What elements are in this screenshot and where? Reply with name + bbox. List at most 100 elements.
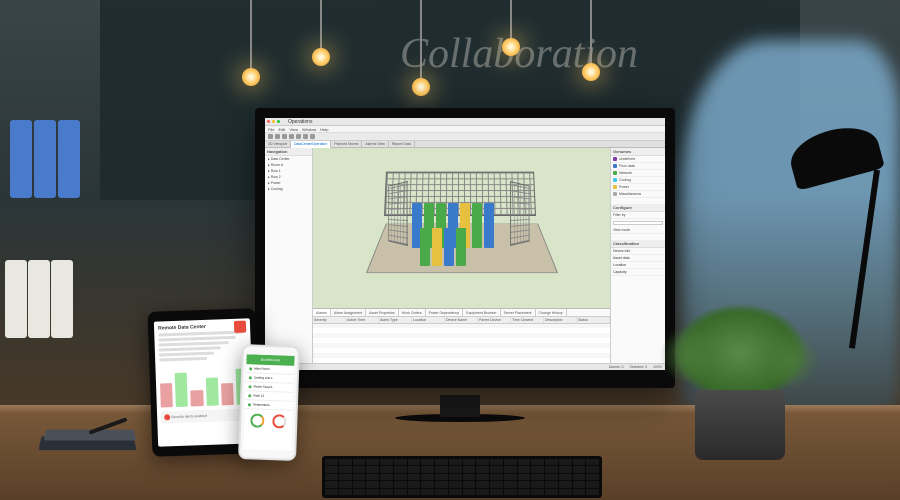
close-icon[interactable] <box>267 120 270 123</box>
zoom-icon[interactable] <box>296 134 301 139</box>
keyboard-key <box>435 489 448 495</box>
classification-item[interactable]: Location <box>611 262 665 269</box>
legend-item[interactable]: Power <box>611 184 665 191</box>
color-swatch-icon <box>613 185 617 189</box>
keyboard-key <box>545 489 558 495</box>
menu-help[interactable]: Help <box>320 127 328 132</box>
gauge-icon[interactable] <box>250 413 264 427</box>
server-rack[interactable] <box>484 203 494 248</box>
layers-icon[interactable] <box>303 134 308 139</box>
light-cord <box>590 0 592 65</box>
keyboard-key <box>559 466 572 472</box>
monitor: Operations File Edit View Window Help <box>255 108 675 388</box>
classification-item[interactable]: Capacity <box>611 269 665 276</box>
phone-row-label: Power Feed A <box>253 384 272 389</box>
column-header[interactable]: Alarm Type <box>379 317 412 323</box>
column-header[interactable]: Severity <box>313 317 346 323</box>
status-bar: Alarms: 0 Selected: 0 100% <box>265 363 665 370</box>
details-tab[interactable]: Alarms <box>313 309 331 316</box>
minimize-icon[interactable] <box>272 120 275 123</box>
text-line <box>159 352 215 357</box>
server-rack[interactable] <box>444 228 454 266</box>
editor-tab[interactable]: 3D Viewport <box>265 141 291 147</box>
details-tab[interactable]: Change History <box>536 309 567 316</box>
nav-fwd-icon[interactable] <box>275 134 280 139</box>
color-swatch-icon <box>613 171 617 175</box>
server-rack[interactable] <box>456 228 466 266</box>
server-rack[interactable] <box>472 203 482 248</box>
legend-label: Network <box>619 171 663 175</box>
3d-viewport[interactable] <box>313 148 610 308</box>
column-header[interactable]: Time Cleared <box>511 317 544 323</box>
keyboard-key <box>531 481 544 487</box>
legend-label: Miscellaneous <box>619 192 663 196</box>
details-tab[interactable]: Alarm Assignment <box>331 309 366 316</box>
binder <box>51 260 73 338</box>
details-tab[interactable]: Equipment Browser <box>463 309 501 316</box>
column-header[interactable]: Device Name <box>445 317 478 323</box>
editor-tab[interactable]: Report Data <box>389 141 415 147</box>
window-titlebar[interactable]: Operations <box>265 118 665 126</box>
keyboard-key <box>531 466 544 472</box>
color-swatch-icon <box>613 178 617 182</box>
column-header[interactable]: Parent Device <box>478 317 511 323</box>
legend-item[interactable]: Network <box>611 170 665 177</box>
keyboard-key <box>490 466 503 472</box>
bulb-icon <box>502 38 520 56</box>
details-tab[interactable]: Asset Properties <box>366 309 399 316</box>
gauge-icon[interactable] <box>272 414 286 428</box>
editor-tab[interactable]: Planned Moves <box>331 141 362 147</box>
save-icon[interactable] <box>282 134 287 139</box>
column-header[interactable]: Location <box>412 317 445 323</box>
keyboard-key <box>339 481 352 487</box>
keyboard-key <box>339 474 352 480</box>
menu-window[interactable]: Window <box>302 127 316 132</box>
grid-icon[interactable] <box>310 134 315 139</box>
editor-tab[interactable]: Alarms View <box>362 141 388 147</box>
keyboard-key <box>339 489 352 495</box>
keyboard-key <box>366 481 379 487</box>
legend-item[interactable]: Floor data <box>611 163 665 170</box>
nav-back-icon[interactable] <box>268 134 273 139</box>
column-header[interactable]: Active Time <box>346 317 379 323</box>
menu-file[interactable]: File <box>268 127 274 132</box>
column-header[interactable]: Description <box>544 317 577 323</box>
legend-item[interactable]: Miscellaneous <box>611 191 665 198</box>
menu-edit[interactable]: Edit <box>278 127 285 132</box>
chart-bar <box>205 378 218 406</box>
classification-item[interactable]: Asset data <box>611 255 665 262</box>
details-tab[interactable]: Server Placement <box>501 309 536 316</box>
filter-input[interactable] <box>613 221 663 225</box>
keyboard-key <box>408 489 421 495</box>
keyboard-key <box>421 489 434 495</box>
grid-body[interactable] <box>313 324 610 363</box>
server-rack[interactable] <box>432 228 442 266</box>
keyboard-key <box>435 466 448 472</box>
keyboard-key <box>490 474 503 480</box>
details-tab[interactable]: Work Orders <box>399 309 426 316</box>
details-tab[interactable]: Power Dependency <box>426 309 464 316</box>
column-header[interactable]: Status <box>577 317 610 323</box>
keyboard-key <box>325 489 338 495</box>
phone-app[interactable]: EcoStruxure Main RoomCooling Unit 1Power… <box>243 354 294 451</box>
grid-header: SeverityActive TimeAlarm TypeLocationDev… <box>313 317 610 324</box>
menu-view[interactable]: View <box>289 127 298 132</box>
legend-item[interactable]: Undefined <box>611 156 665 163</box>
refresh-icon[interactable] <box>289 134 294 139</box>
legend-item[interactable]: Cooling <box>611 177 665 184</box>
keyboard-key <box>339 459 352 465</box>
keyboard-key <box>476 481 489 487</box>
server-rack[interactable] <box>420 228 430 266</box>
alert-icon[interactable] <box>234 321 246 333</box>
keyboard-key <box>573 474 586 480</box>
plant-pot <box>695 390 785 460</box>
editor-tab[interactable]: DataCenterOperation <box>291 141 331 148</box>
center-area: AlarmsAlarm AssignmentAsset PropertiesWo… <box>313 148 610 363</box>
keyboard-key <box>353 481 366 487</box>
nav-tree-item[interactable]: ▸ Cooling <box>265 186 312 192</box>
classification-item[interactable]: Device info <box>611 248 665 255</box>
room-cage-right <box>510 181 530 246</box>
keyboard-key <box>421 459 434 465</box>
maximize-icon[interactable] <box>277 120 280 123</box>
office-scene: Collaboration Operations <box>0 0 900 500</box>
